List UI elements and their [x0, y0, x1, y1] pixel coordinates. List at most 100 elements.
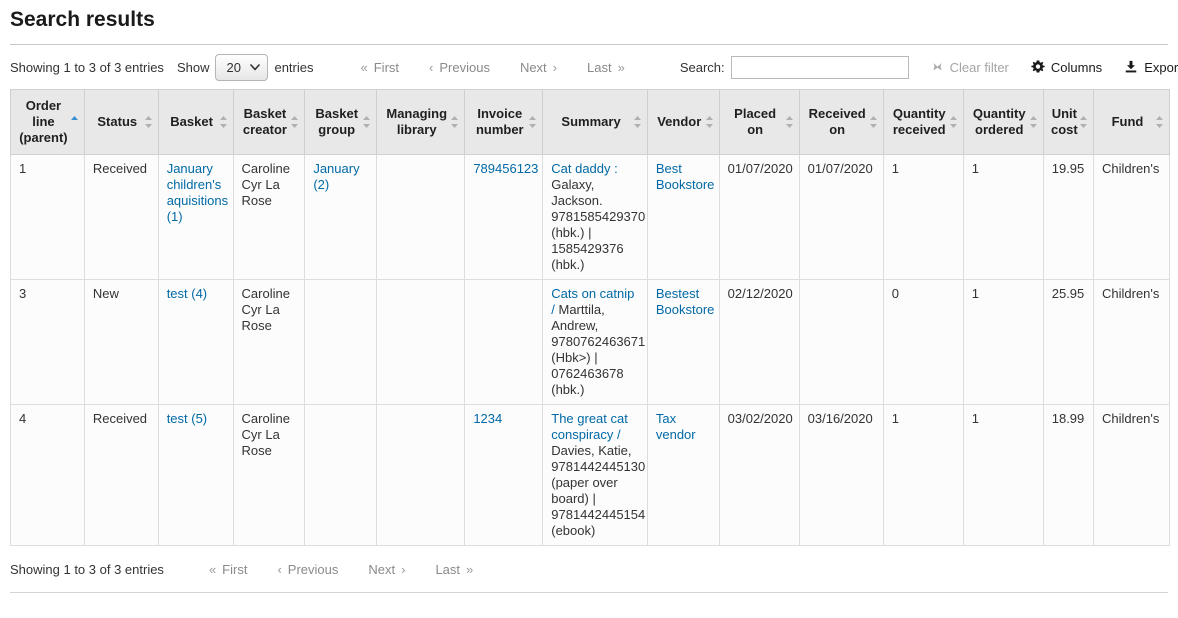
summary-title-link[interactable]: Cat daddy :: [551, 161, 618, 176]
col-header-placed-on[interactable]: Placed on: [719, 90, 799, 155]
sort-both-icon: [528, 115, 537, 129]
cell-status: Received: [84, 405, 158, 546]
col-header-managing-library-label: Managing library: [386, 106, 447, 137]
pagination-last-top[interactable]: Last »: [572, 60, 640, 75]
cell-quantity-received: 1: [883, 405, 963, 546]
col-header-invoice-number[interactable]: Invoice number: [465, 90, 543, 155]
basket-link[interactable]: January children's aquisitions (1): [167, 161, 228, 224]
col-header-received-on[interactable]: Received on: [799, 90, 883, 155]
table-row: 4 Received test (5) Caroline Cyr La Rose…: [11, 405, 1170, 546]
pagination-previous-bottom[interactable]: ‹ Previous: [262, 562, 353, 577]
cell-managing-library: [377, 280, 465, 405]
cell-order-line: 1: [11, 155, 85, 280]
cell-vendor: Best Bookstore: [647, 155, 719, 280]
pagination-next-bottom[interactable]: Next ›: [353, 562, 420, 577]
table-head: Order line (parent) Status Basket: [11, 90, 1170, 155]
basket-link[interactable]: test (5): [167, 411, 207, 426]
col-header-quantity-ordered[interactable]: Quantity ordered: [963, 90, 1043, 155]
table-row: 3 New test (4) Caroline Cyr La Rose Cats…: [11, 280, 1170, 405]
double-left-icon: «: [361, 60, 368, 75]
search-label: Search:: [680, 60, 725, 75]
cell-summary: The great cat conspiracy / Davies, Katie…: [543, 405, 648, 546]
bottom-divider: [10, 592, 1168, 593]
vendor-link[interactable]: Tax vendor: [656, 411, 696, 442]
col-header-status[interactable]: Status: [84, 90, 158, 155]
col-header-order-line[interactable]: Order line (parent): [11, 90, 85, 155]
cell-vendor: Tax vendor: [647, 405, 719, 546]
entries-label: entries: [274, 60, 313, 75]
pagination-first-bottom[interactable]: « First: [194, 562, 263, 577]
vendor-link[interactable]: Best Bookstore: [656, 161, 715, 192]
col-header-basket-group[interactable]: Basket group: [305, 90, 377, 155]
cell-status: New: [84, 280, 158, 405]
col-header-managing-library[interactable]: Managing library: [377, 90, 465, 155]
summary-title-link[interactable]: The great cat conspiracy /: [551, 411, 628, 442]
pagination-previous-label-bottom: Previous: [288, 562, 339, 577]
col-header-basket[interactable]: Basket: [158, 90, 233, 155]
cell-placed-on: 02/12/2020: [719, 280, 799, 405]
clear-filter-button[interactable]: Clear filter: [931, 60, 1009, 75]
pagination-next-top[interactable]: Next ›: [505, 60, 572, 75]
cell-quantity-received: 1: [883, 155, 963, 280]
sort-both-icon: [1079, 115, 1088, 129]
pagination-last-label-top: Last: [587, 60, 612, 75]
col-header-summary[interactable]: Summary: [543, 90, 648, 155]
page-length-select[interactable]: 20: [215, 54, 268, 81]
table-action-buttons: Clear filter Columns Export: [931, 60, 1178, 75]
col-header-quantity-received[interactable]: Quantity received: [883, 90, 963, 155]
sort-asc-icon: [70, 115, 79, 129]
search-input[interactable]: [731, 56, 909, 79]
columns-label: Columns: [1051, 60, 1102, 75]
col-header-order-line-label: Order line (parent): [19, 98, 67, 145]
vendor-link[interactable]: Bestest Bookstore: [656, 286, 715, 317]
cell-received-on: 03/16/2020: [799, 405, 883, 546]
pagination-bottom: « First ‹ Previous Next › Last »: [194, 562, 488, 577]
cell-basket: January children's aquisitions (1): [158, 155, 233, 280]
summary-details: Galaxy, Jackson. 9781585429370 (hbk.) | …: [551, 177, 645, 272]
cell-received-on: [799, 280, 883, 405]
chevron-left-icon: ‹: [429, 60, 433, 75]
col-header-basket-creator[interactable]: Basket creator: [233, 90, 305, 155]
col-header-fund[interactable]: Fund: [1093, 90, 1169, 155]
export-button[interactable]: Export: [1124, 60, 1178, 75]
cell-invoice-number: 789456123: [465, 155, 543, 280]
col-header-received-on-label: Received on: [809, 106, 866, 137]
table-row: 1 Received January children's aquisition…: [11, 155, 1170, 280]
pagination-previous-top[interactable]: ‹ Previous: [414, 60, 505, 75]
col-header-summary-label: Summary: [561, 114, 620, 129]
invoice-link[interactable]: 789456123: [473, 161, 538, 176]
table-header-row: Order line (parent) Status Basket: [11, 90, 1170, 155]
chevron-right-icon: ›: [553, 60, 557, 75]
table-toolbar-top: Showing 1 to 3 of 3 entries Show 20 entr…: [10, 45, 1168, 89]
col-header-placed-on-label: Placed on: [734, 106, 776, 137]
cell-unit-cost: 19.95: [1043, 155, 1093, 280]
basket-group-link[interactable]: January (2): [313, 161, 359, 192]
pagination-first-top[interactable]: « First: [346, 60, 415, 75]
col-header-unit-cost[interactable]: Unit cost: [1043, 90, 1093, 155]
cell-summary: Cats on catnip / Marttila, Andrew, 97807…: [543, 280, 648, 405]
columns-button[interactable]: Columns: [1031, 60, 1102, 75]
col-header-quantity-received-label: Quantity received: [893, 106, 946, 137]
sort-both-icon: [1029, 115, 1038, 129]
clear-filter-label: Clear filter: [950, 60, 1009, 75]
invoice-link[interactable]: 1234: [473, 411, 502, 426]
col-header-vendor[interactable]: Vendor: [647, 90, 719, 155]
cell-received-on: 01/07/2020: [799, 155, 883, 280]
cell-fund: Children's: [1093, 405, 1169, 546]
sort-both-icon: [949, 115, 958, 129]
pagination-first-label-bottom: First: [222, 562, 247, 577]
col-header-unit-cost-label: Unit cost: [1051, 106, 1078, 137]
basket-link[interactable]: test (4): [167, 286, 207, 301]
pagination-top: « First ‹ Previous Next › Last »: [346, 60, 640, 75]
search-filter: Search:: [680, 56, 909, 79]
cell-unit-cost: 18.99: [1043, 405, 1093, 546]
pagination-last-bottom[interactable]: Last »: [420, 562, 488, 577]
clear-filter-icon: [931, 61, 944, 74]
col-header-basket-label: Basket: [170, 114, 213, 129]
chevron-right-icon: ›: [401, 562, 405, 577]
cell-order-line: 4: [11, 405, 85, 546]
cell-fund: Children's: [1093, 280, 1169, 405]
download-icon: [1124, 60, 1138, 74]
col-header-vendor-label: Vendor: [657, 114, 701, 129]
cell-quantity-ordered: 1: [963, 280, 1043, 405]
